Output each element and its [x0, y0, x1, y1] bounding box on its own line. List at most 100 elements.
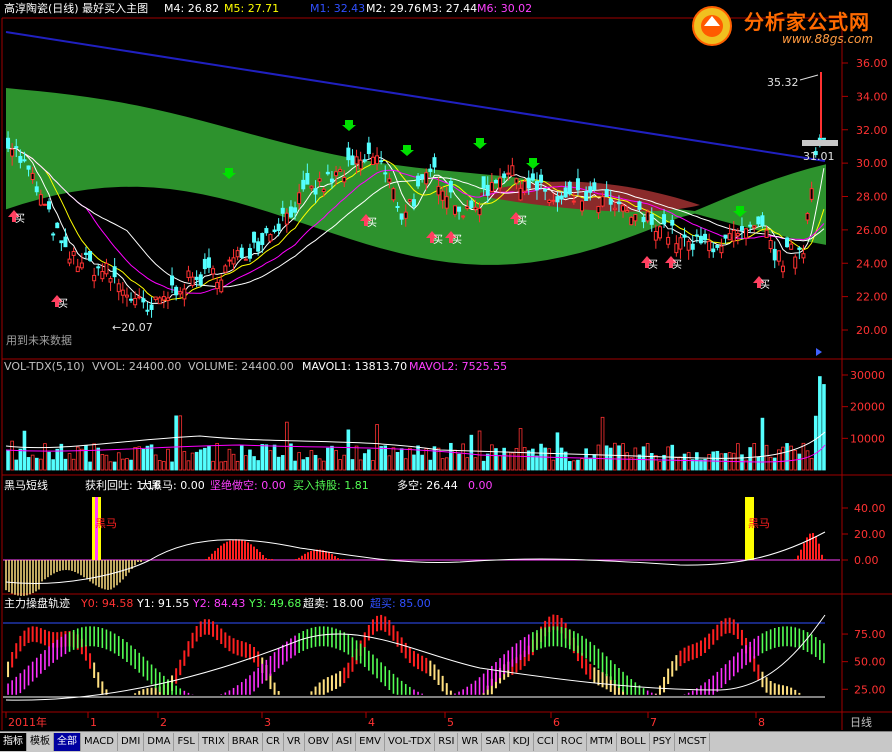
candle-body — [26, 165, 31, 170]
volume-bar — [112, 461, 117, 471]
tab-全部[interactable]: 全部 — [54, 733, 81, 751]
price-axis-label: 34.00 — [856, 90, 888, 103]
volume-bar — [354, 445, 359, 471]
stock-chart[interactable]: 买买买买 买买买 买买35.32←20.0731.01用到未来数据 黑马 黑马 36.… — [0, 0, 892, 751]
candle-body — [325, 171, 330, 175]
candle-body — [493, 180, 498, 184]
candle-body — [498, 177, 503, 189]
volume-bar — [18, 448, 23, 471]
volume-bar — [785, 443, 789, 471]
candle-body — [120, 289, 125, 296]
tab-kdj[interactable]: KDJ — [510, 733, 534, 751]
tab-cci[interactable]: CCI — [534, 733, 558, 751]
volume-bar — [649, 453, 654, 471]
candle-body — [67, 258, 72, 264]
candle-body — [432, 157, 437, 168]
volume-bar — [498, 455, 502, 471]
candle-body — [79, 262, 84, 269]
tab-cr[interactable]: CR — [263, 733, 284, 751]
candle-body — [821, 137, 826, 140]
candle-body — [215, 282, 220, 289]
candle-body — [452, 205, 457, 215]
candle-body — [104, 262, 109, 275]
volume-bar — [321, 460, 326, 471]
volume-bar — [768, 456, 773, 471]
volume-bar — [157, 460, 162, 471]
tab-psy[interactable]: PSY — [650, 733, 676, 751]
date-axis-label: 5 — [447, 716, 454, 729]
volume-bar — [223, 460, 228, 471]
volume-bar — [186, 460, 191, 471]
tab-dmi[interactable]: DMI — [118, 733, 145, 751]
volume-bar — [215, 443, 219, 471]
candle-body — [448, 180, 453, 193]
candle-body — [186, 270, 191, 279]
volume-bar — [47, 451, 51, 471]
candle-body — [88, 251, 93, 261]
volume-bar — [51, 459, 55, 471]
tab-obv[interactable]: OBV — [305, 733, 333, 751]
tab-fsl[interactable]: FSL — [174, 733, 199, 751]
tab-asi[interactable]: ASI — [333, 733, 357, 751]
candle-body — [682, 234, 687, 238]
tab-模板[interactable]: 模板 — [27, 733, 54, 751]
volume-bar — [756, 456, 761, 471]
vol-title: VOL-TDX(5,10) — [4, 360, 85, 373]
tab-macd[interactable]: MACD — [81, 733, 118, 751]
candle-body — [83, 252, 88, 255]
candle-body — [235, 250, 240, 258]
m2-value: M2: 29.76 — [366, 2, 422, 15]
buy-marker-label: 买 — [452, 234, 462, 246]
volume-bar — [588, 457, 593, 471]
tab-vr[interactable]: VR — [284, 733, 305, 751]
high-price-label: 35.32 — [767, 76, 799, 89]
candle-body — [744, 228, 749, 239]
tab-brar[interactable]: BRAR — [229, 733, 263, 751]
candle-body — [522, 181, 527, 192]
volume-bar — [461, 443, 465, 471]
tab-trix[interactable]: TRIX — [199, 733, 229, 751]
horse-axis-label: 40.00 — [854, 502, 886, 515]
candle-body — [489, 182, 494, 192]
buy-marker-label: 买 — [15, 213, 25, 225]
volume-bar — [789, 445, 793, 471]
volume-bar — [387, 455, 392, 471]
price-axis-label: 26.00 — [856, 224, 888, 237]
volume-bar — [403, 458, 408, 471]
tab-mtm[interactable]: MTM — [587, 733, 617, 751]
volume-bar — [92, 443, 96, 471]
volume-bar — [690, 459, 695, 471]
candle-body — [284, 212, 289, 225]
candle-body — [715, 245, 720, 248]
tab-sar[interactable]: SAR — [482, 733, 510, 751]
candle-body — [38, 194, 43, 206]
price-axis-label: 20.00 — [856, 324, 888, 337]
tab-emv[interactable]: EMV — [356, 733, 385, 751]
volume-bar — [604, 445, 609, 471]
tab-wr[interactable]: WR — [458, 733, 483, 751]
candle-body — [399, 213, 404, 220]
candle-body — [596, 206, 601, 214]
tab-dma[interactable]: DMA — [144, 733, 175, 751]
tab-mcst[interactable]: MCST — [675, 733, 711, 751]
candle-body — [604, 189, 609, 198]
tab-rsi[interactable]: RSI — [435, 733, 459, 751]
site-url: www.88gs.com — [782, 32, 874, 46]
volume-bar — [637, 454, 642, 471]
tab-vol-tdx[interactable]: VOL-TDX — [385, 733, 436, 751]
volume-bar — [813, 415, 818, 471]
candle-body — [10, 148, 15, 157]
horse-marker-label-2: 黑马 — [748, 517, 770, 530]
tab-boll[interactable]: BOLL — [617, 733, 650, 751]
candle-body — [6, 137, 11, 149]
candle-body — [621, 205, 626, 212]
volume-bar — [621, 443, 625, 471]
candle-body — [301, 179, 306, 190]
volume-bar — [408, 447, 412, 471]
candle-body — [698, 235, 703, 244]
candle-body — [362, 159, 367, 162]
tab-roc[interactable]: ROC — [558, 733, 587, 751]
tab-指标[interactable]: 指标 — [0, 733, 27, 751]
volume-bar — [781, 446, 785, 471]
volume-bar — [350, 459, 355, 471]
